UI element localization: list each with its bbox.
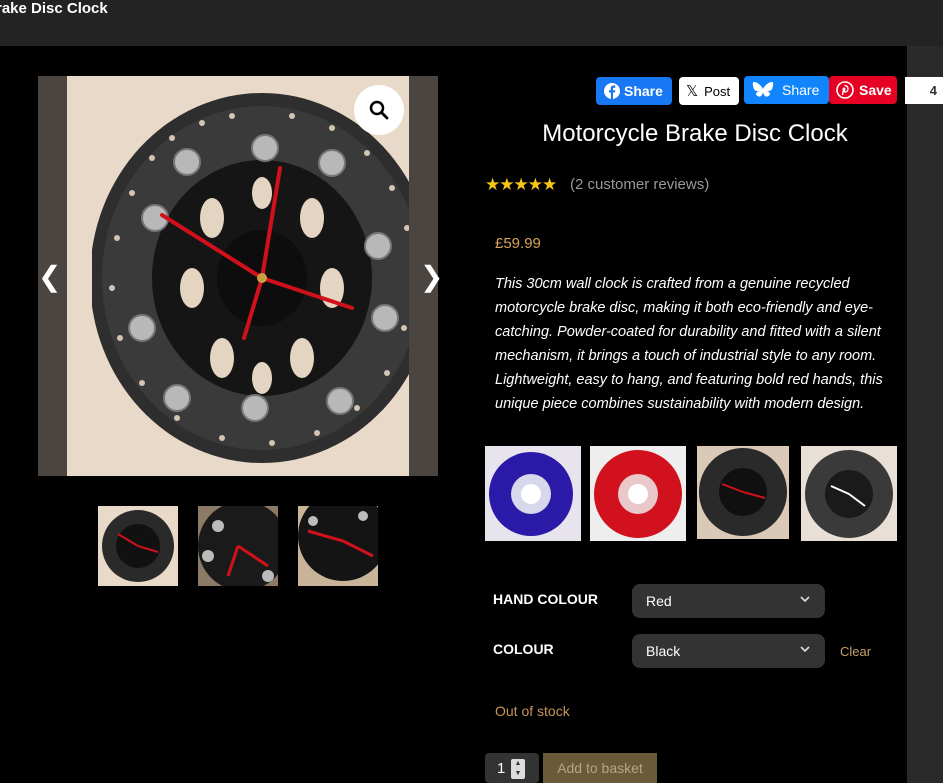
product-price: £59.99 bbox=[495, 235, 541, 252]
brake-disc-clock-image bbox=[92, 93, 409, 463]
product-main-image[interactable] bbox=[38, 76, 438, 476]
scrollbar-track[interactable] bbox=[907, 46, 943, 783]
variant-thumbnail bbox=[590, 446, 686, 541]
customer-reviews-link[interactable]: (2 customer reviews) bbox=[570, 176, 709, 193]
facebook-icon bbox=[604, 83, 620, 99]
colour-select[interactable]: Black bbox=[632, 634, 825, 668]
chevron-down-icon bbox=[800, 646, 810, 653]
gallery-thumbnail-1[interactable] bbox=[98, 506, 178, 586]
chevron-down-icon bbox=[800, 596, 810, 603]
hand-colour-label: HAND COLOUR bbox=[493, 591, 598, 607]
x-post-label: Post bbox=[704, 83, 731, 99]
variant-thumbnail bbox=[485, 446, 581, 541]
variant-thumbnail bbox=[697, 446, 789, 539]
gallery-next-arrow[interactable]: ❯ bbox=[420, 262, 443, 292]
thumbnail-image bbox=[198, 506, 278, 586]
page-header-title: rake Disc Clock bbox=[0, 0, 108, 17]
pinterest-save-button[interactable]: Save bbox=[829, 76, 897, 104]
gallery-thumbnail-2[interactable] bbox=[198, 506, 278, 586]
x-icon: 𝕏 bbox=[686, 83, 699, 100]
stock-status: Out of stock bbox=[495, 703, 570, 719]
colour-value: Black bbox=[646, 643, 681, 659]
magnifier-icon bbox=[369, 100, 389, 120]
bluesky-butterfly-icon bbox=[752, 82, 774, 97]
quantity-stepper[interactable]: 1 ▲ ▼ bbox=[485, 753, 539, 783]
top-bar: rake Disc Clock bbox=[0, 0, 943, 46]
hand-colour-select[interactable]: Red bbox=[632, 584, 825, 618]
gallery-thumbnail-3[interactable] bbox=[298, 506, 378, 586]
gallery-prev-arrow[interactable]: ❮ bbox=[38, 262, 61, 292]
variant-image-blue[interactable] bbox=[485, 446, 581, 541]
product-description: This 30cm wall clock is crafted from a g… bbox=[495, 276, 883, 412]
colour-label: COLOUR bbox=[493, 641, 554, 657]
quantity-value: 1 bbox=[497, 759, 506, 777]
quantity-spinner-icon[interactable]: ▲ ▼ bbox=[511, 759, 525, 779]
share-count: 4 bbox=[905, 77, 943, 104]
facebook-share-label: Share bbox=[624, 83, 663, 99]
hand-colour-value: Red bbox=[646, 593, 672, 609]
facebook-share-button[interactable]: Share bbox=[596, 77, 672, 105]
thumbnail-image bbox=[298, 506, 378, 586]
variant-image-black[interactable] bbox=[697, 446, 789, 539]
pinterest-icon bbox=[836, 81, 854, 99]
bluesky-share-label: Share bbox=[782, 82, 820, 98]
rating-stars-icon: ★★★★★ bbox=[485, 175, 557, 194]
clock-photo bbox=[67, 76, 409, 476]
product-title: Motorcycle Brake Disc Clock bbox=[542, 120, 848, 147]
variant-image-silver[interactable] bbox=[801, 446, 897, 541]
zoom-button[interactable] bbox=[354, 85, 404, 135]
clear-selection-link[interactable]: Clear bbox=[840, 644, 871, 659]
x-post-button[interactable]: 𝕏 Post bbox=[679, 77, 739, 105]
add-to-basket-button[interactable]: Add to basket bbox=[543, 753, 657, 783]
pinterest-save-label: Save bbox=[859, 82, 892, 98]
variant-thumbnail bbox=[801, 446, 897, 541]
thumbnail-image bbox=[98, 506, 178, 586]
variant-image-red[interactable] bbox=[590, 446, 686, 541]
bluesky-share-button[interactable]: Share bbox=[744, 76, 829, 104]
